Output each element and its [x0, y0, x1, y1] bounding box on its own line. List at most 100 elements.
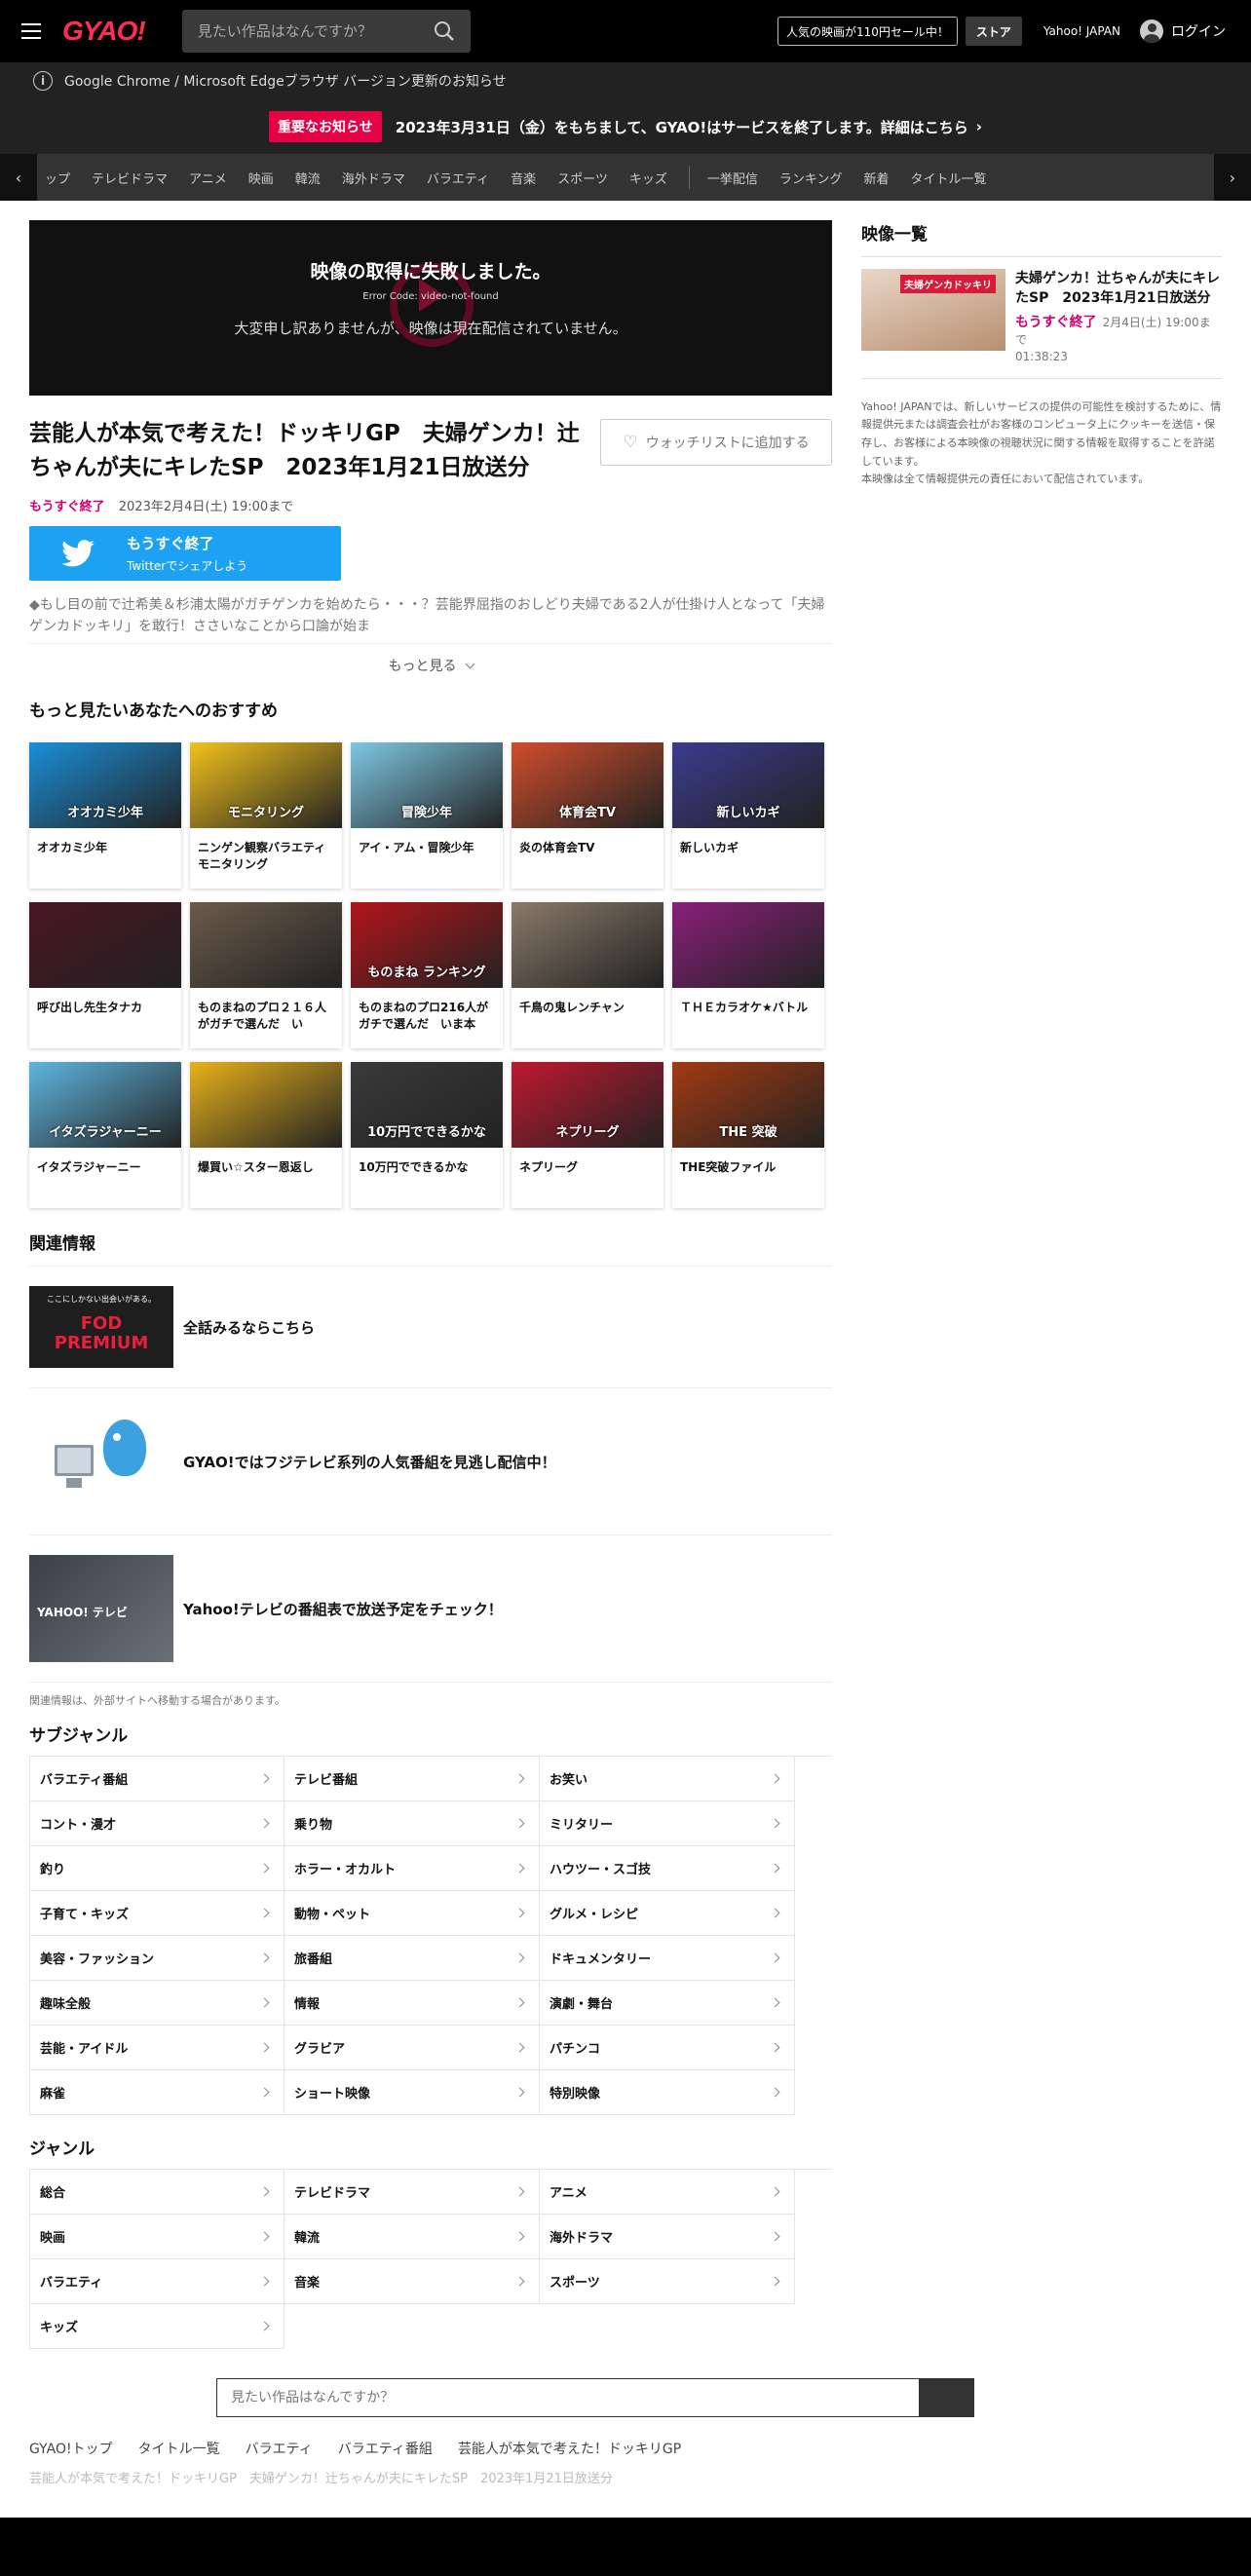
nav-item-top[interactable]: ップ: [45, 169, 70, 187]
subgenre-link[interactable]: グラビア: [284, 2026, 540, 2070]
nav-item-korean[interactable]: 韓流: [295, 169, 321, 187]
nav-item-overseas-drama[interactable]: 海外ドラマ: [342, 169, 405, 187]
nav-item-drama[interactable]: テレビドラマ: [92, 169, 168, 187]
mascot-icon: [103, 1420, 146, 1476]
genre-link[interactable]: キッズ: [29, 2304, 284, 2349]
login-button[interactable]: ログイン: [1140, 19, 1226, 43]
breadcrumb-variety[interactable]: バラエティ: [246, 2439, 313, 2458]
nav-item-title-list[interactable]: タイトル一覧: [911, 169, 987, 187]
subgenre-link[interactable]: ホラー・オカルト: [284, 1846, 540, 1891]
search-input[interactable]: [197, 22, 434, 40]
gyao-logo[interactable]: GYAO!: [62, 16, 146, 47]
subgenre-link[interactable]: 子育て・キッズ: [29, 1891, 284, 1936]
important-notice-bar[interactable]: 重要なお知らせ 2023年3月31日（金）をもちまして、GYAO!はサービスを終…: [0, 99, 1251, 154]
subgenre-label: ミリタリー: [550, 1818, 614, 1833]
genre-link[interactable]: スポーツ: [540, 2259, 795, 2304]
subgenre-link[interactable]: 旅番組: [284, 1936, 540, 1981]
recommend-card[interactable]: イタズラジャーニー イタズラジャーニー: [29, 1062, 181, 1208]
recommend-card[interactable]: 冒険少年 アイ・アム・冒険少年: [351, 742, 503, 889]
genre-link[interactable]: テレビドラマ: [284, 2170, 540, 2215]
subgenre-link[interactable]: ミリタリー: [540, 1801, 795, 1846]
recommend-card-title: THE突破ファイル: [680, 1160, 777, 1174]
subgenre-link[interactable]: テレビ番組: [284, 1757, 540, 1801]
twitter-share-button[interactable]: もうすぐ終了 Twitterでシェアしよう: [29, 526, 341, 581]
genre-link[interactable]: 映画: [29, 2215, 284, 2259]
subgenre-link[interactable]: 動物・ペット: [284, 1891, 540, 1936]
breadcrumb-gyao-top[interactable]: GYAO!トップ: [29, 2439, 113, 2458]
recommend-card[interactable]: 千鳥の鬼レンチャン: [512, 902, 663, 1048]
recommend-grid: オオカミ少年 オオカミ少年 モニタリング ニンゲン観察バラエティ モニタリング 冒険少年…: [29, 742, 832, 1208]
breadcrumb-series[interactable]: 芸能人が本気で考えた！ドッキリGP: [458, 2439, 681, 2458]
recommend-card[interactable]: ものまね ランキング ものまねのプロ216人がガチで選んだ いま本: [351, 902, 503, 1048]
nav-item-new[interactable]: 新着: [863, 169, 889, 187]
related-item-yahoo-tv[interactable]: YAHOO! テレビ Yahoo!テレビの番組表で放送予定をチェック！: [29, 1535, 832, 1683]
chevron-right-icon: [259, 2276, 270, 2287]
subgenre-link[interactable]: コント・漫才: [29, 1801, 284, 1846]
subgenre-link[interactable]: 釣り: [29, 1846, 284, 1891]
movie-sale-link[interactable]: 人気の映画が110円セール中！: [777, 17, 958, 46]
subgenre-link[interactable]: 特別映像: [540, 2070, 795, 2115]
subgenre-link[interactable]: バラエティ番組: [29, 1757, 284, 1801]
yahoo-japan-link[interactable]: Yahoo! JAPAN: [1043, 24, 1120, 38]
breadcrumb-title-list[interactable]: タイトル一覧: [138, 2439, 220, 2458]
add-watchlist-button[interactable]: ♡ ウォッチリストに追加する: [600, 419, 832, 466]
subgenre-link[interactable]: 美容・ファッション: [29, 1936, 284, 1981]
video-player[interactable]: 映像の取得に失敗しました。 Error Code: video-not-foun…: [29, 220, 832, 396]
recommend-card[interactable]: 10万円でできるかな 10万円でできるかな: [351, 1062, 503, 1208]
subgenre-link[interactable]: 趣味全般: [29, 1981, 284, 2026]
recommend-card[interactable]: ものまねのプロ２１６人がガチで選んだ い: [190, 902, 342, 1048]
menu-icon[interactable]: [21, 23, 41, 39]
subgenre-link[interactable]: 演劇・舞台: [540, 1981, 795, 2026]
tv-icon: [55, 1445, 94, 1476]
show-more-button[interactable]: もっと見る: [29, 643, 832, 675]
genre-link[interactable]: 総合: [29, 2170, 284, 2215]
related-item-fuji-tv[interactable]: GYAO!ではフジテレビ系列の人気番組を見逃し配信中！: [29, 1388, 832, 1535]
subgenre-link[interactable]: 乗り物: [284, 1801, 540, 1846]
search-icon[interactable]: [434, 20, 455, 42]
chevron-right-icon: [770, 1952, 780, 1963]
recommend-card[interactable]: THE 突破 THE突破ファイル: [672, 1062, 824, 1208]
recommend-card[interactable]: 爆買い☆スター恩返し: [190, 1062, 342, 1208]
store-button[interactable]: ストア: [965, 17, 1022, 46]
nav-item-sports[interactable]: スポーツ: [557, 169, 608, 187]
video-list-item[interactable]: 夫婦ゲンカドッキリ 夫婦ゲンカ！辻ちゃんが夫にキレたSP 2023年1月21日放…: [861, 257, 1222, 379]
browser-notice-bar[interactable]: i Google Chrome / Microsoft Edgeブラウザ バージ…: [0, 62, 1251, 99]
recommend-card[interactable]: オオカミ少年 オオカミ少年: [29, 742, 181, 889]
nav-item-music[interactable]: 音楽: [511, 169, 536, 187]
genre-link[interactable]: 海外ドラマ: [540, 2215, 795, 2259]
recommend-thumbnail: モニタリング: [190, 742, 342, 828]
nav-item-binge[interactable]: 一挙配信: [707, 169, 758, 187]
subgenre-link[interactable]: ドキュメンタリー: [540, 1936, 795, 1981]
subgenre-link[interactable]: ショート映像: [284, 2070, 540, 2115]
twitter-line1: もうすぐ終了: [127, 535, 214, 552]
genre-label: スポーツ: [550, 2276, 600, 2291]
recommend-card[interactable]: 体育会TV 炎の体育会TV: [512, 742, 663, 889]
subgenre-link[interactable]: 情報: [284, 1981, 540, 2026]
bottom-search-input[interactable]: [217, 2379, 919, 2416]
subgenre-link[interactable]: 麻雀: [29, 2070, 284, 2115]
recommend-card[interactable]: 呼び出し先生タナカ: [29, 902, 181, 1048]
recommend-card[interactable]: ＴＨＥカラオケ★バトル: [672, 902, 824, 1048]
related-item-fod[interactable]: ここにしかない出会いがある。 FOD PREMIUM 全話みるならこちら: [29, 1267, 832, 1388]
recommend-card[interactable]: 新しいカギ 新しいカギ: [672, 742, 824, 889]
nav-next-icon[interactable]: ›: [1214, 154, 1251, 201]
recommend-card[interactable]: ネプリーグ ネプリーグ: [512, 1062, 663, 1208]
nav-item-anime[interactable]: アニメ: [189, 169, 227, 187]
breadcrumb-variety-program[interactable]: バラエティ番組: [338, 2439, 433, 2458]
subgenre-link[interactable]: お笑い: [540, 1757, 795, 1801]
nav-item-kids[interactable]: キッズ: [629, 169, 667, 187]
nav-item-ranking[interactable]: ランキング: [779, 169, 843, 187]
genre-link[interactable]: 韓流: [284, 2215, 540, 2259]
genre-link[interactable]: アニメ: [540, 2170, 795, 2215]
subgenre-link[interactable]: ハウツー・スゴ技: [540, 1846, 795, 1891]
subgenre-link[interactable]: パチンコ: [540, 2026, 795, 2070]
nav-item-variety[interactable]: バラエティ: [427, 169, 489, 187]
recommend-card[interactable]: モニタリング ニンゲン観察バラエティ モニタリング: [190, 742, 342, 889]
nav-prev-icon[interactable]: ‹: [0, 154, 37, 201]
bottom-search-button[interactable]: [919, 2379, 973, 2416]
genre-link[interactable]: 音楽: [284, 2259, 540, 2304]
nav-item-movie[interactable]: 映画: [248, 169, 274, 187]
genre-link[interactable]: バラエティ: [29, 2259, 284, 2304]
subgenre-link[interactable]: グルメ・レシピ: [540, 1891, 795, 1936]
subgenre-link[interactable]: 芸能・アイドル: [29, 2026, 284, 2070]
